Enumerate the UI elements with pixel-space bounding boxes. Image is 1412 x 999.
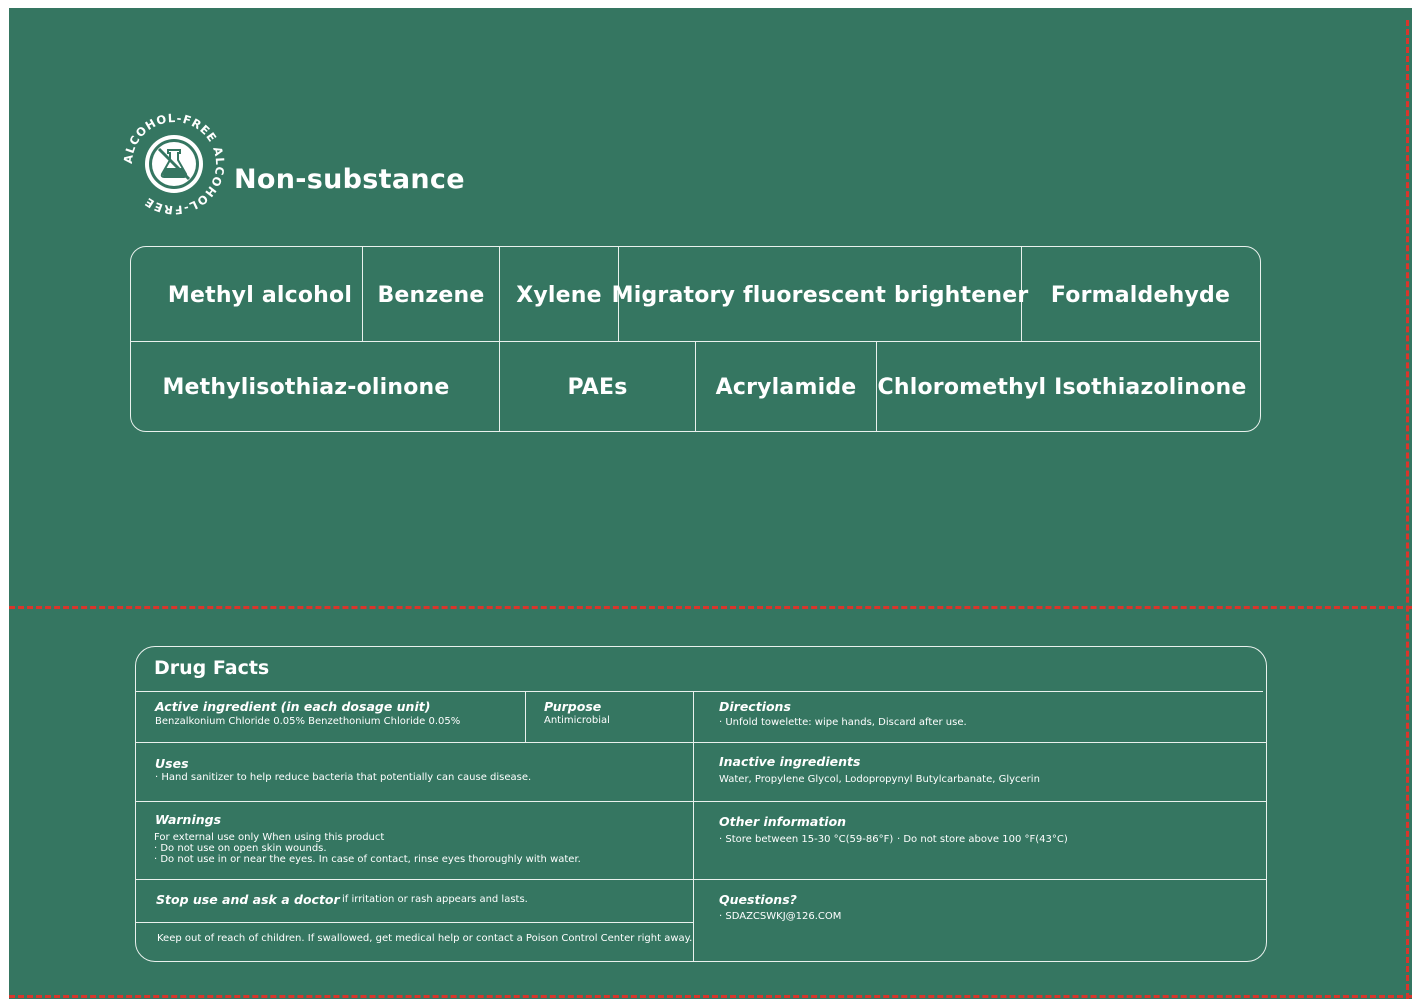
purpose-text: Antimicrobial xyxy=(544,715,610,726)
substance-cell: Benzene xyxy=(377,282,485,308)
uses-text: · Hand sanitizer to help reduce bacteria… xyxy=(155,772,532,783)
stop-use-text: if irritation or rash appears and lasts. xyxy=(342,894,528,905)
substance-table: Methyl alcohol Benzene Xylene Migratory … xyxy=(130,246,1261,432)
directions-text: · Unfold towelette: wipe hands, Discard … xyxy=(719,717,967,728)
page-heading: Non-substance xyxy=(234,164,465,195)
crossed-flask-icon: ALCOHOL-FREE ALCOHOL-FREE xyxy=(121,111,226,217)
uses-heading: Uses xyxy=(155,756,189,771)
other-information-item: · Do not store above 100 °F(43°C) xyxy=(897,834,1068,845)
cut-line-bottom xyxy=(9,995,1412,998)
drug-facts-panel: Drug Facts Active ingredient (in each do… xyxy=(135,646,1267,962)
substance-cell: Chloromethyl Isothiazolinone xyxy=(877,374,1247,400)
inactive-ingredients-heading: Inactive ingredients xyxy=(719,754,861,769)
active-ingredient-text: Benzalkonium Chloride 0.05% Benzethonium… xyxy=(155,716,461,727)
substance-cell: Methyl alcohol xyxy=(167,282,353,308)
stop-use-heading: Stop use and ask a doctor xyxy=(156,892,340,907)
alcohol-free-badge: ALCOHOL-FREE ALCOHOL-FREE xyxy=(121,111,226,217)
warnings-line: · Do not use on open skin wounds. xyxy=(154,843,327,854)
substance-cell: Formaldehyde xyxy=(1050,282,1231,308)
active-ingredient-heading: Active ingredient (in each dosage unit) xyxy=(155,699,431,714)
other-information-heading: Other information xyxy=(719,814,847,829)
warnings-heading: Warnings xyxy=(155,812,222,827)
drug-facts-title: Drug Facts xyxy=(154,657,270,679)
questions-text: · SDAZCSWKJ@126.COM xyxy=(719,911,842,922)
other-information-item: · Store between 15-30 °C(59-86°F) xyxy=(719,834,894,845)
substance-cell: Xylene xyxy=(516,282,602,308)
questions-heading: Questions? xyxy=(719,892,797,907)
keep-out-of-reach-text: Keep out of reach of children. If swallo… xyxy=(157,933,693,944)
directions-heading: Directions xyxy=(719,699,791,714)
warnings-line: · Do not use in or near the eyes. In cas… xyxy=(154,854,581,865)
substance-cell: Migratory fluorescent brightener xyxy=(611,282,1029,308)
substance-cell: Acrylamide xyxy=(715,374,857,400)
cut-line-horizontal xyxy=(9,606,1412,609)
cut-line-vertical xyxy=(1406,20,1409,999)
warnings-line: For external use only When using this pr… xyxy=(154,832,385,843)
substance-cell: Methylisothiaz-olinone xyxy=(162,374,450,400)
inactive-ingredients-text: Water, Propylene Glycol, Lodopropynyl Bu… xyxy=(719,774,1040,785)
purpose-heading: Purpose xyxy=(544,699,602,714)
substance-cell: PAEs xyxy=(567,374,628,400)
